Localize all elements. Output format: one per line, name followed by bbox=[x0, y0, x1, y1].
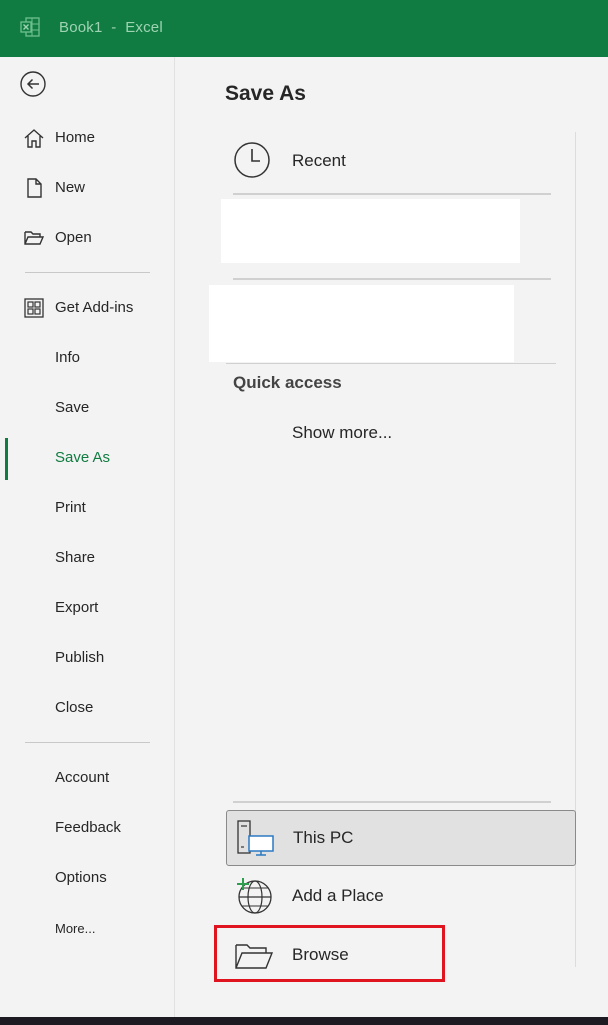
sidebar-item-label: Account bbox=[55, 769, 110, 786]
sidebar-item-label: More... bbox=[55, 921, 96, 936]
sidebar-item-label: Options bbox=[55, 869, 107, 886]
sidebar-item-export[interactable]: Export bbox=[0, 588, 174, 628]
sidebar-item-label: Feedback bbox=[55, 819, 121, 836]
sidebar-item-info[interactable]: Info bbox=[0, 338, 174, 378]
new-document-icon bbox=[27, 178, 42, 198]
sidebar-item-more[interactable]: More... bbox=[0, 908, 174, 948]
sidebar-item-home[interactable]: Home bbox=[0, 118, 174, 158]
sidebar-item-options[interactable]: Options bbox=[0, 858, 174, 898]
folder-open-icon bbox=[24, 231, 45, 245]
sidebar-item-publish[interactable]: Publish bbox=[0, 638, 174, 678]
sidebar-item-label: Save bbox=[55, 399, 90, 416]
browse-highlight-box bbox=[214, 925, 445, 982]
section-divider bbox=[233, 193, 551, 195]
sidebar-item-print[interactable]: Print bbox=[0, 488, 174, 528]
sidebar-item-get-add-ins[interactable]: Get Add-ins bbox=[0, 288, 174, 328]
section-divider bbox=[233, 801, 551, 803]
window-title: Book1 - Excel bbox=[59, 19, 163, 36]
back-arrow-icon[interactable] bbox=[20, 71, 46, 97]
sidebar-item-save-as[interactable]: Save As bbox=[0, 438, 174, 480]
sidebar-item-feedback[interactable]: Feedback bbox=[0, 808, 174, 848]
location-this-pc[interactable]: This PC bbox=[226, 810, 576, 866]
sidebar-item-share[interactable]: Share bbox=[0, 538, 174, 578]
sidebar-item-label: Open bbox=[55, 229, 92, 246]
sidebar-divider bbox=[25, 742, 150, 743]
section-divider bbox=[233, 278, 551, 280]
sidebar-item-account[interactable]: Account bbox=[0, 758, 174, 798]
location-recent[interactable]: Recent bbox=[233, 139, 551, 183]
location-label: This PC bbox=[293, 828, 354, 847]
title-bar: Book1 - Excel bbox=[0, 0, 608, 57]
sidebar-item-label: Publish bbox=[55, 649, 105, 666]
backstage-sidebar: Home New Open Get Add-ins Info Save Save… bbox=[0, 57, 175, 1017]
location-add-a-place[interactable]: Add a Place bbox=[226, 869, 574, 923]
taskbar-strip bbox=[0, 1017, 608, 1025]
sidebar-item-label: Home bbox=[55, 129, 96, 146]
save-as-panel: Save As Recent Quick access Show more...… bbox=[175, 57, 608, 1017]
excel-logo-icon bbox=[20, 17, 40, 37]
clock-icon bbox=[234, 142, 270, 178]
quick-access-heading: Quick access bbox=[233, 373, 342, 392]
page-title: Save As bbox=[225, 82, 306, 105]
globe-add-icon bbox=[237, 878, 272, 914]
show-more-link[interactable]: Show more... bbox=[292, 423, 392, 443]
sidebar-item-label: Save As bbox=[55, 449, 111, 466]
sidebar-item-label: Get Add-ins bbox=[55, 299, 134, 316]
sidebar-item-open[interactable]: Open bbox=[0, 218, 174, 258]
recent-label: Recent bbox=[292, 151, 346, 170]
section-divider bbox=[226, 363, 556, 364]
sidebar-item-save[interactable]: Save bbox=[0, 388, 174, 428]
redacted-location[interactable] bbox=[209, 285, 514, 362]
sidebar-item-label: Close bbox=[55, 699, 94, 716]
sidebar-item-label: Export bbox=[55, 599, 99, 616]
redacted-location[interactable] bbox=[221, 199, 520, 263]
sidebar-item-label: Print bbox=[55, 499, 86, 516]
sidebar-item-label: Share bbox=[55, 549, 96, 566]
sidebar-item-label: New bbox=[55, 179, 86, 196]
this-pc-icon bbox=[237, 820, 274, 856]
sidebar-divider bbox=[25, 272, 150, 273]
sidebar-item-label: Info bbox=[55, 349, 81, 366]
location-label: Add a Place bbox=[292, 886, 384, 905]
sidebar-item-new[interactable]: New bbox=[0, 168, 174, 208]
sidebar-item-close[interactable]: Close bbox=[0, 688, 174, 728]
add-ins-grid-icon bbox=[24, 298, 44, 318]
home-icon bbox=[24, 129, 44, 148]
